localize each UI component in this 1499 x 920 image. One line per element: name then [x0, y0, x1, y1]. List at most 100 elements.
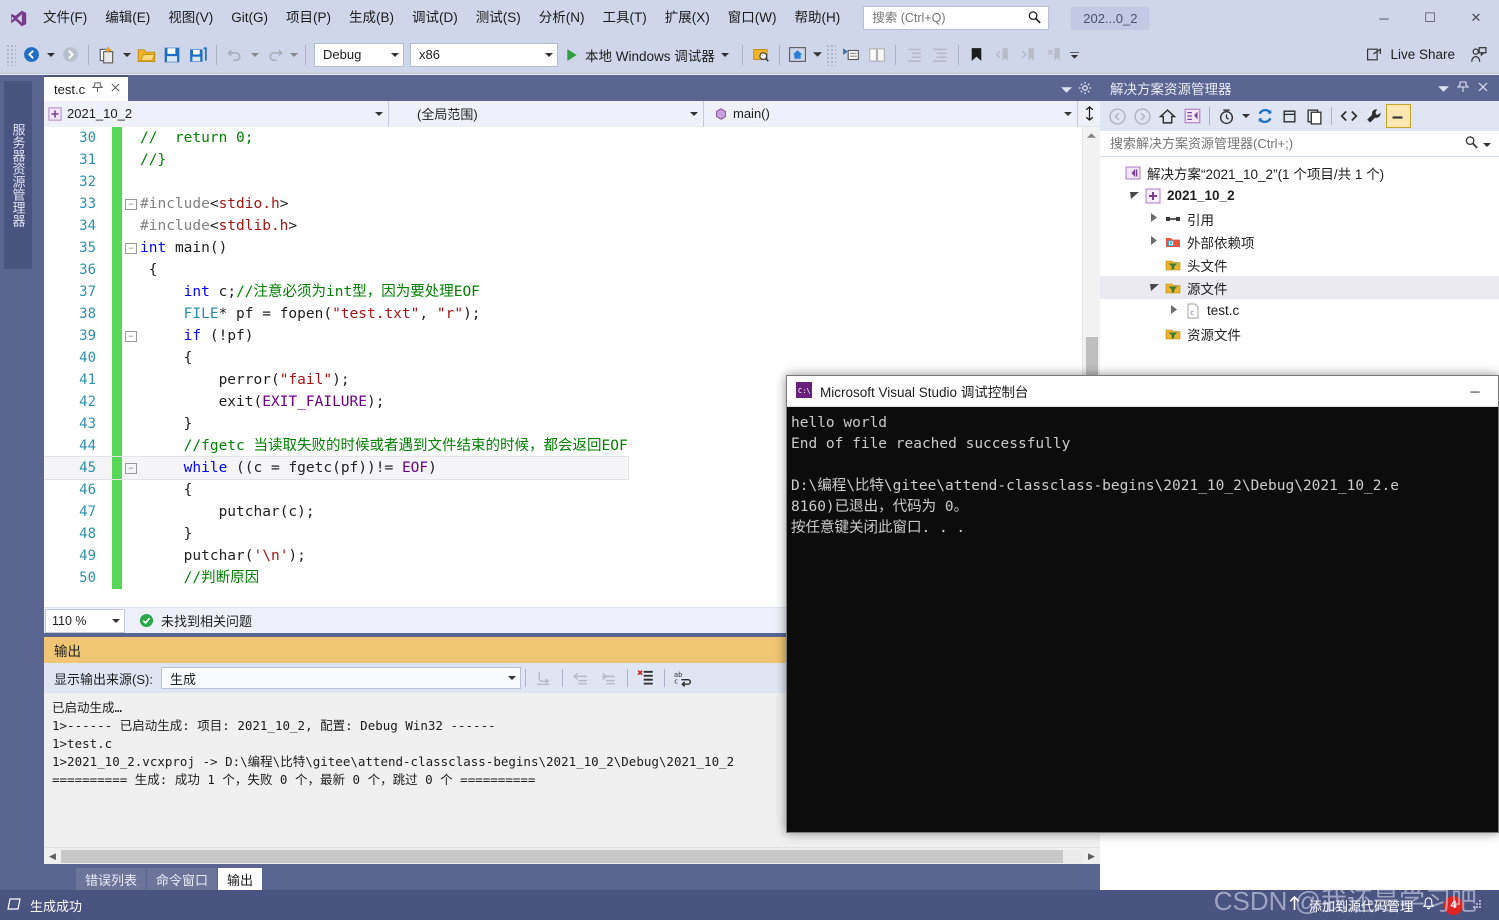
output-horizontal-scrollbar[interactable]: ◀ ▶	[44, 847, 1100, 864]
pin-panel-icon[interactable]	[1453, 80, 1473, 96]
next-message-icon[interactable]	[595, 665, 623, 691]
undo-icon[interactable]	[222, 41, 248, 69]
menu-file[interactable]: 文件(F)	[34, 0, 96, 36]
glyph-margin[interactable]	[96, 523, 112, 545]
clear-bookmarks-icon[interactable]	[1042, 41, 1068, 69]
toggle-properties-icon[interactable]	[838, 41, 864, 69]
fold-toggle[interactable]	[122, 545, 140, 567]
solution-explorer-view-icon[interactable]	[1180, 104, 1205, 128]
tree-item-1[interactable]: 2021_10_2	[1100, 184, 1499, 207]
scroll-left-icon[interactable]: ◀	[44, 851, 61, 862]
tree-item-3[interactable]: 外部依赖项	[1100, 230, 1499, 253]
fold-toggle[interactable]	[122, 259, 140, 281]
close-button[interactable]: ✕	[1453, 0, 1499, 36]
glyph-margin[interactable]	[96, 325, 112, 347]
glyph-margin[interactable]	[96, 501, 112, 523]
toolbar-grip[interactable]	[825, 43, 836, 66]
start-debugging-button[interactable]: 本地 Windows 调试器	[561, 41, 737, 69]
fold-toggle[interactable]	[122, 479, 140, 501]
feedback-icon[interactable]	[1465, 41, 1491, 69]
menu-edit[interactable]: 编辑(E)	[96, 0, 159, 36]
glyph-margin[interactable]	[96, 281, 112, 303]
document-tab-test-c[interactable]: test.c	[44, 75, 129, 101]
fold-toggle[interactable]	[122, 413, 140, 435]
output-source-combo[interactable]: 生成	[160, 667, 521, 689]
glyph-margin[interactable]	[96, 457, 112, 479]
member-scope-combo[interactable]: main()	[704, 100, 1078, 127]
save-icon[interactable]	[159, 41, 185, 69]
source-control-upload-icon[interactable]	[1288, 895, 1301, 914]
tree-twisty-icon[interactable]	[1166, 305, 1182, 316]
tab-list-dropdown-icon[interactable]	[1061, 82, 1072, 97]
code-line[interactable]: 44 //fgetc 当读取失败的时候或者遇到文件结束的时候，都会返回EOF	[44, 435, 628, 457]
glyph-margin[interactable]	[96, 567, 112, 589]
glyph-margin[interactable]	[96, 369, 112, 391]
tree-item-6[interactable]: c test.c	[1100, 299, 1499, 322]
increase-indent-icon[interactable]	[927, 41, 953, 69]
code-line[interactable]: 40 {	[44, 347, 628, 369]
show-all-files-icon[interactable]	[1302, 104, 1327, 128]
clear-output-icon[interactable]	[632, 665, 660, 691]
code-line[interactable]: 32	[44, 171, 628, 193]
refresh-icon[interactable]	[1252, 104, 1277, 128]
forward-icon[interactable]	[1130, 104, 1155, 128]
panel-dropdown-icon[interactable]	[1433, 81, 1453, 96]
fold-toggle[interactable]	[122, 347, 140, 369]
go-to-message-icon[interactable]	[530, 665, 558, 691]
open-file-icon[interactable]	[133, 41, 159, 69]
search-input[interactable]	[870, 10, 1043, 26]
server-explorer-tab[interactable]: 服务器资源管理器	[4, 81, 32, 269]
fold-toggle[interactable]	[122, 215, 140, 237]
solution-home-dropdown-icon[interactable]	[811, 41, 824, 69]
solution-explorer-search-input[interactable]	[1108, 135, 1464, 152]
fold-toggle[interactable]	[122, 127, 140, 149]
tree-item-2[interactable]: 引用	[1100, 207, 1499, 230]
tree-twisty-icon[interactable]	[1146, 283, 1162, 293]
bottom-tab-1[interactable]: 命令窗口	[147, 868, 218, 890]
close-tab-icon[interactable]	[110, 82, 121, 96]
glyph-margin[interactable]	[96, 347, 112, 369]
menu-tools[interactable]: 工具(T)	[594, 0, 656, 36]
attach-to-process-icon[interactable]	[748, 41, 774, 69]
scroll-right-icon[interactable]: ▶	[1083, 851, 1100, 862]
fold-toggle[interactable]: −	[122, 193, 140, 215]
fold-toggle[interactable]: −	[122, 457, 140, 479]
toolbar-grip[interactable]	[6, 43, 16, 66]
menu-project[interactable]: 项目(P)	[277, 0, 340, 36]
glyph-margin[interactable]	[96, 435, 112, 457]
code-line[interactable]: 41 perror("fail");	[44, 369, 628, 391]
fold-toggle[interactable]	[122, 171, 140, 193]
menu-extensions[interactable]: 扩展(X)	[656, 0, 719, 36]
scrollbar-track[interactable]	[61, 849, 1083, 863]
glyph-margin[interactable]	[96, 303, 112, 325]
pending-changes-icon[interactable]	[1214, 104, 1239, 128]
tree-item-0[interactable]: 解决方案“2021_10_2”(1 个项目/共 1 个)	[1100, 161, 1499, 184]
fold-toggle[interactable]	[122, 281, 140, 303]
menu-build[interactable]: 生成(B)	[340, 0, 403, 36]
redo-dropdown-icon[interactable]	[287, 41, 300, 69]
code-line[interactable]: 42 exit(EXIT_FAILURE);	[44, 391, 628, 413]
new-project-dropdown-icon[interactable]	[120, 41, 133, 69]
glyph-margin[interactable]	[96, 149, 112, 171]
toggle-bookmark-icon[interactable]	[964, 41, 990, 69]
glyph-margin[interactable]	[96, 545, 112, 567]
menu-analyze[interactable]: 分析(N)	[530, 0, 594, 36]
menu-git[interactable]: Git(G)	[222, 0, 277, 36]
tree-twisty-icon[interactable]	[1146, 213, 1162, 224]
bottom-tab-2[interactable]: 输出	[218, 868, 263, 890]
fold-toggle[interactable]	[122, 435, 140, 457]
back-icon[interactable]	[1105, 104, 1130, 128]
menu-view[interactable]: 视图(V)	[159, 0, 222, 36]
solution-explorer-search[interactable]	[1100, 131, 1499, 157]
glyph-margin[interactable]	[96, 193, 112, 215]
solution-home-icon[interactable]	[785, 41, 811, 69]
maximize-button[interactable]: ☐	[1407, 0, 1453, 36]
notification-count-badge[interactable]: 4	[1444, 895, 1463, 915]
issue-status[interactable]: 未找到相关问题	[139, 611, 252, 630]
fold-toggle[interactable]: −	[122, 325, 140, 347]
glyph-margin[interactable]	[96, 215, 112, 237]
toggle-word-wrap-icon[interactable]: ab c	[669, 665, 697, 691]
navigate-backward-icon[interactable]	[18, 41, 44, 69]
code-line[interactable]: 36 {	[44, 259, 628, 281]
collapse-all-icon[interactable]	[1277, 104, 1302, 128]
